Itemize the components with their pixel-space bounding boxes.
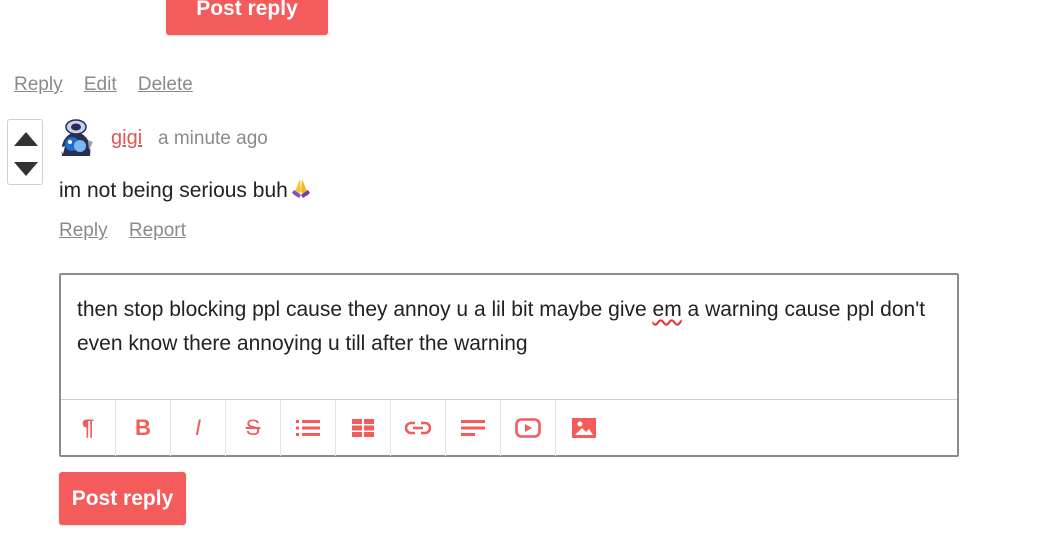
vote-control bbox=[7, 119, 43, 185]
reply-link[interactable]: Reply bbox=[14, 74, 63, 95]
misspelled-word[interactable]: em bbox=[653, 298, 682, 321]
comment-author[interactable]: gigi bbox=[111, 127, 142, 150]
paragraph-icon[interactable]: ¶ bbox=[61, 400, 116, 456]
reply-textarea[interactable]: then stop blocking ppl cause they annoy … bbox=[77, 293, 933, 361]
reply-text-part: then stop blocking ppl cause they annoy … bbox=[77, 298, 653, 321]
strikethrough-icon[interactable]: S bbox=[226, 400, 281, 456]
avatar[interactable] bbox=[58, 118, 94, 158]
comment-body: im not being serious buh bbox=[59, 177, 312, 205]
reply-editor[interactable]: then stop blocking ppl cause they annoy … bbox=[59, 273, 959, 457]
comment-timestamp: a minute ago bbox=[158, 128, 268, 149]
report-link[interactable]: Report bbox=[129, 220, 186, 241]
reply-link[interactable]: Reply bbox=[59, 220, 108, 241]
comment-text: im not being serious buh bbox=[59, 179, 288, 202]
edit-link[interactable]: Edit bbox=[84, 74, 117, 95]
comment-actions: Reply Report bbox=[59, 220, 202, 242]
italic-icon[interactable]: I bbox=[171, 400, 226, 456]
bold-icon[interactable]: B bbox=[116, 400, 171, 456]
downvote-icon[interactable] bbox=[14, 162, 38, 176]
folded-hands-emoji bbox=[290, 177, 312, 205]
upvote-icon[interactable] bbox=[14, 132, 38, 146]
editor-toolbar: ¶ B I S bbox=[61, 399, 957, 456]
align-icon[interactable] bbox=[446, 400, 501, 456]
image-icon[interactable] bbox=[556, 400, 611, 456]
bulleted-list-icon[interactable] bbox=[281, 400, 336, 456]
post-reply-button[interactable]: Post reply bbox=[59, 472, 186, 525]
delete-link[interactable]: Delete bbox=[138, 74, 193, 95]
table-icon[interactable] bbox=[336, 400, 391, 456]
link-icon[interactable] bbox=[391, 400, 446, 456]
video-icon[interactable] bbox=[501, 400, 556, 456]
post-reply-button-previous[interactable]: Post reply bbox=[166, 0, 328, 35]
previous-comment-actions: Reply Edit Delete bbox=[14, 74, 209, 96]
